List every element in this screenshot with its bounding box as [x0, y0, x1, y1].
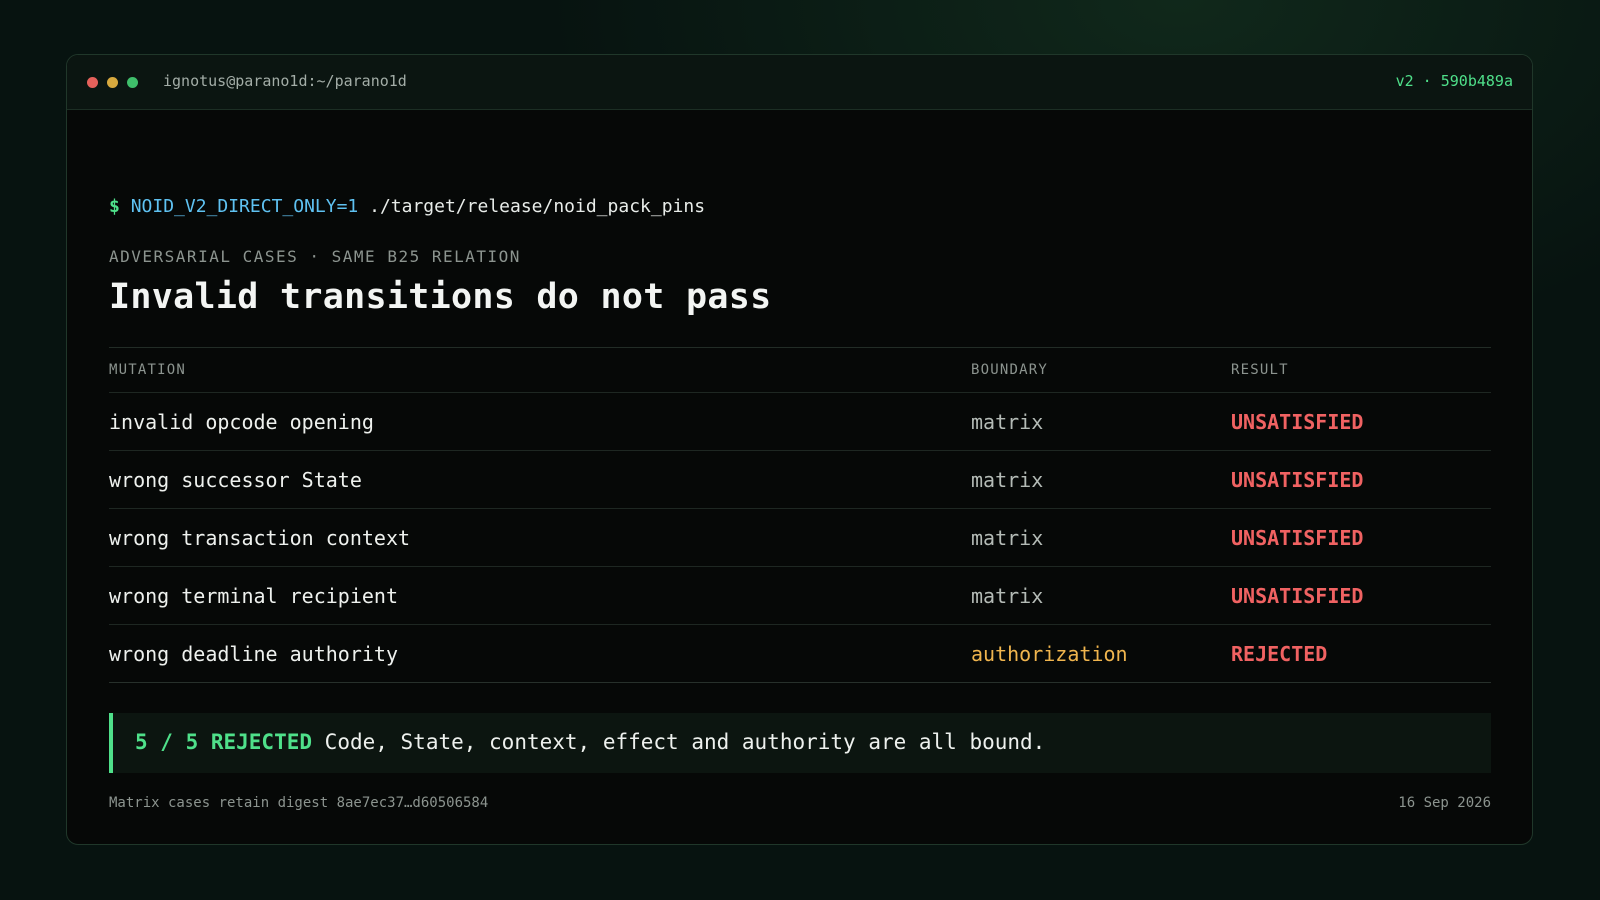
- table-row: wrong terminal recipient matrix UNSATISF…: [109, 567, 1491, 625]
- boundary-cell: matrix: [971, 410, 1044, 434]
- terminal-window: ignotus@parano1d:~/parano1d v2 · 590b489…: [66, 54, 1533, 845]
- boundary-cell: matrix: [971, 526, 1044, 550]
- version-tag: v2 · 590b489a: [1395, 72, 1513, 90]
- command-line: $ NOID_V2_DIRECT_ONLY=1 ./target/release…: [109, 197, 705, 217]
- column-header-boundary: BOUNDARY: [971, 362, 1049, 378]
- mutation-cell: wrong transaction context: [109, 526, 411, 550]
- page-title: Invalid transitions do not pass: [109, 277, 772, 317]
- summary-text: Code, State, context, effect and authori…: [324, 730, 1046, 754]
- digest-footnote: Matrix cases retain digest 8ae7ec37…d605…: [109, 795, 489, 811]
- footer-date: 16 Sep 2026: [1398, 795, 1491, 811]
- column-header-mutation: MUTATION: [109, 362, 187, 378]
- table-row: wrong successor State matrix UNSATISFIED: [109, 451, 1491, 509]
- result-badge: UNSATISFIED: [1231, 410, 1364, 434]
- section-eyebrow: ADVERSARIAL CASES · SAME B25 RELATION: [109, 247, 521, 266]
- table-header: MUTATION BOUNDARY RESULT: [109, 348, 1491, 393]
- boundary-cell: matrix: [971, 584, 1044, 608]
- result-badge: UNSATISFIED: [1231, 468, 1364, 492]
- boundary-cell: matrix: [971, 468, 1044, 492]
- command-path: ./target/release/noid_pack_pins: [369, 196, 706, 217]
- mutation-cell: invalid opcode opening: [109, 410, 374, 434]
- results-table: MUTATION BOUNDARY RESULT invalid opcode …: [109, 347, 1491, 683]
- summary-count: 5 / 5 REJECTED: [135, 730, 313, 754]
- table-row: wrong transaction context matrix UNSATIS…: [109, 509, 1491, 567]
- table-row: wrong deadline authority authorization R…: [109, 625, 1491, 683]
- close-window-button[interactable]: [87, 77, 98, 88]
- window-title: ignotus@parano1d:~/parano1d: [163, 72, 407, 90]
- mutation-cell: wrong deadline authority: [109, 642, 398, 666]
- table-row: invalid opcode opening matrix UNSATISFIE…: [109, 393, 1491, 451]
- boundary-cell: authorization: [971, 642, 1128, 666]
- mutation-cell: wrong successor State: [109, 468, 362, 492]
- summary-line: 5 / 5 REJECTED Code, State, context, eff…: [135, 730, 1045, 754]
- command-env-var: NOID_V2_DIRECT_ONLY=1: [130, 196, 359, 217]
- title-bar: ignotus@parano1d:~/parano1d v2 · 590b489…: [67, 55, 1532, 110]
- result-badge: UNSATISFIED: [1231, 584, 1364, 608]
- summary-callout: 5 / 5 REJECTED Code, State, context, eff…: [109, 713, 1491, 773]
- minimize-window-button[interactable]: [107, 77, 118, 88]
- command-prompt: $: [109, 196, 120, 217]
- maximize-window-button[interactable]: [127, 77, 138, 88]
- mutation-cell: wrong terminal recipient: [109, 584, 398, 608]
- column-header-result: RESULT: [1231, 362, 1289, 378]
- result-badge: REJECTED: [1231, 642, 1328, 666]
- result-badge: UNSATISFIED: [1231, 526, 1364, 550]
